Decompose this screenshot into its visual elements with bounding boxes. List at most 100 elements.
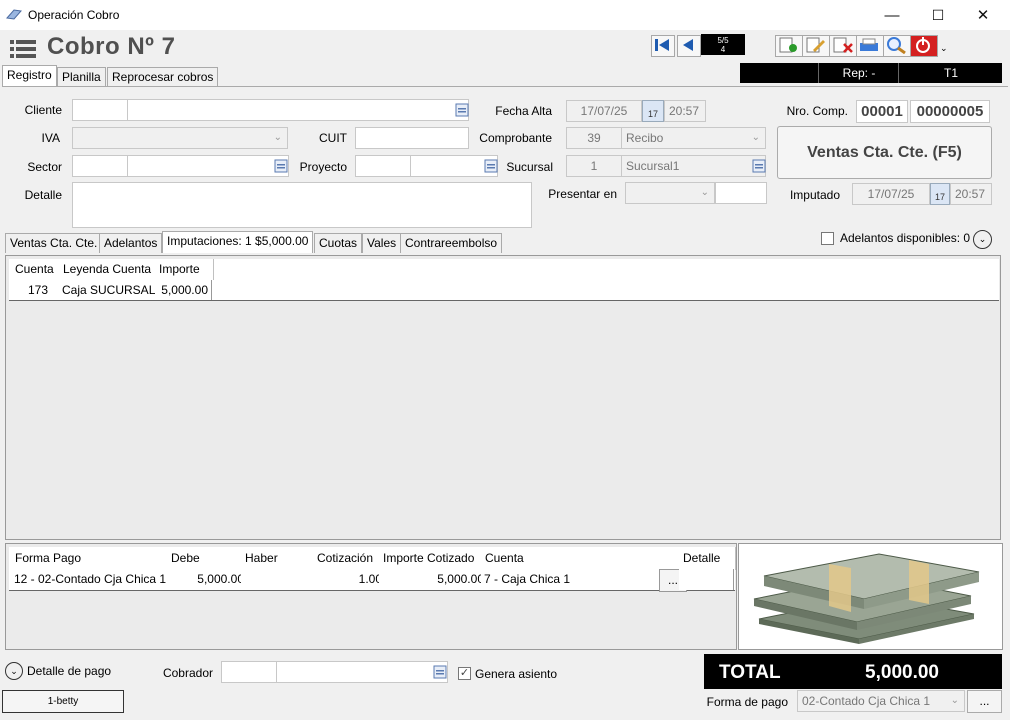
col-header[interactable]: Importe [155, 259, 214, 281]
fecha-alta-input[interactable]: 17/07/25 [566, 100, 642, 122]
cell-cuenta[interactable]: 7 - Caja Chica 1 [481, 569, 666, 590]
app-icon [6, 9, 22, 20]
power-button[interactable] [910, 35, 938, 57]
col-header[interactable]: Debe [167, 547, 250, 570]
tab-registro[interactable]: Registro [2, 65, 57, 87]
prev-record-button[interactable] [677, 35, 701, 57]
tab-reprocesar[interactable]: Reprocesar cobros [107, 67, 219, 86]
minimize-button[interactable]: — [869, 0, 915, 30]
subtab-ventas[interactable]: Ventas Cta. Cte. [5, 233, 103, 253]
sector-name-input[interactable] [127, 155, 289, 177]
calendar-day: 17 [647, 109, 658, 119]
subtab-adelantos[interactable]: Adelantos [99, 233, 163, 253]
expand-chevron-icon[interactable]: ⌄ [973, 230, 992, 249]
ventas-cta-cte-button[interactable]: Ventas Cta. Cte. (F5) [777, 126, 992, 179]
col-header[interactable]: Haber [241, 547, 322, 570]
sucursal-label: Sucursal [506, 160, 553, 174]
presentar-input[interactable] [715, 182, 767, 204]
maximize-button[interactable]: ☐ [915, 0, 961, 30]
cobrador-name-input[interactable] [276, 661, 448, 683]
total-box: TOTAL 5,000.00 [704, 654, 1002, 689]
col-header[interactable]: Cuenta [481, 547, 668, 570]
edit-icon [806, 37, 825, 53]
subtab-cuotas[interactable]: Cuotas [314, 233, 363, 253]
sector-code-input[interactable] [72, 155, 128, 177]
detalle-pago-label[interactable]: Detalle de pago [27, 664, 111, 678]
print-button[interactable] [856, 35, 884, 57]
title-bar [0, 0, 1010, 30]
imputado-calendar-icon[interactable]: 17 [930, 183, 950, 205]
fecha-alta-calendar-icon[interactable]: 17 [642, 100, 664, 122]
overflow-icon[interactable]: ⌄ [940, 43, 948, 54]
printer-icon [860, 38, 878, 51]
detalle-pago-chevron-icon[interactable]: ⌄ [5, 662, 23, 680]
cobrador-code-input[interactable] [221, 661, 277, 683]
sucursal-name-input[interactable]: Sucursal1 [621, 155, 766, 177]
comprobante-label: Comprobante [479, 131, 552, 145]
imputado-hora-input[interactable]: 20:57 [950, 183, 992, 205]
first-record-button[interactable] [651, 35, 675, 57]
forma-pago-ellipsis-button[interactable]: ... [967, 690, 1002, 713]
page-title: Cobro Nº 7 [47, 33, 176, 60]
sucursal-lookup-icon[interactable] [752, 156, 766, 176]
user-badge: 1-betty [2, 690, 124, 713]
col-header[interactable]: Cuenta [11, 259, 66, 281]
col-header[interactable]: Detalle [679, 547, 736, 570]
new-button[interactable] [775, 35, 803, 57]
forma-pago-value: 02-Contado Cja Chica 1 [802, 694, 931, 708]
presentar-select[interactable]: ⌄ [625, 182, 715, 204]
calendar-day: 17 [934, 192, 945, 202]
cell-importe-cotizado[interactable]: 5,000.00 [379, 569, 488, 590]
fecha-alta-hora-input[interactable]: 20:57 [664, 100, 706, 122]
cell-debe[interactable]: 5,000.00 [167, 569, 248, 590]
col-header[interactable]: Cotización [313, 547, 388, 570]
cliente-lookup-icon[interactable] [455, 100, 469, 120]
pager-total: 4 [720, 45, 726, 54]
imputado-fecha-input[interactable]: 17/07/25 [852, 183, 930, 205]
menu-list-icon[interactable] [10, 39, 36, 59]
imputado-label: Imputado [789, 188, 840, 202]
cell-forma-pago[interactable]: 12 - 02-Contado Cja Chica 1 [11, 569, 174, 590]
col-header[interactable]: Leyenda Cuenta [59, 259, 164, 281]
cell-importe[interactable]: 5,000.00 [155, 280, 212, 300]
cuit-input[interactable] [355, 127, 469, 149]
prev-icon [683, 39, 693, 51]
tab-planilla[interactable]: Planilla [57, 67, 106, 86]
col-header[interactable]: Importe Cotizado [379, 547, 490, 570]
power-icon [916, 37, 930, 53]
adelantos-checkbox[interactable] [821, 232, 834, 245]
total-value: 5,000.00 [865, 662, 939, 683]
detalle-textarea[interactable] [72, 182, 532, 228]
subtab-imputaciones[interactable]: Imputaciones: 1 $5,000.00 [162, 231, 314, 253]
chevron-down-icon: ⌄ [273, 132, 282, 143]
delete-button[interactable] [829, 35, 857, 57]
terminal-label: T1 [898, 63, 1003, 83]
subtab-contrareembolso[interactable]: Contrareembolso [400, 233, 503, 253]
forma-pago-select[interactable]: 02-Contado Cja Chica 1 ⌄ [797, 690, 965, 712]
cell-leyenda[interactable]: Caja SUCURSAL [59, 280, 162, 300]
edit-button[interactable] [802, 35, 830, 57]
proyecto-code-input[interactable] [355, 155, 411, 177]
nro-comp-punto[interactable]: 00001 [856, 100, 908, 123]
subtab-vales[interactable]: Vales [362, 233, 402, 253]
cobrador-lookup-icon[interactable] [433, 662, 447, 682]
sucursal-code-input[interactable]: 1 [566, 155, 622, 177]
comprobante-select[interactable]: Recibo ⌄ [621, 127, 766, 149]
comprobante-code-input[interactable]: 39 [566, 127, 622, 149]
close-button[interactable]: ✕ [960, 0, 1006, 30]
search-button[interactable] [883, 35, 911, 57]
col-header[interactable]: Forma Pago [11, 547, 176, 570]
cell-haber[interactable] [241, 569, 320, 590]
cell-cotizacion[interactable]: 1.00 [313, 569, 386, 590]
cliente-code-input[interactable] [72, 99, 128, 121]
cliente-name-input[interactable] [127, 99, 469, 121]
iva-select[interactable]: ⌄ [72, 127, 288, 149]
iva-label: IVA [41, 131, 60, 145]
genera-asiento-checkbox[interactable]: ✓ [458, 667, 471, 680]
proyecto-label: Proyecto [299, 160, 347, 174]
cell-cuenta[interactable]: 173 [11, 280, 66, 300]
nro-comp-numero[interactable]: 00000005 [910, 100, 990, 123]
fecha-alta-label: Fecha Alta [495, 104, 552, 118]
sector-lookup-icon[interactable] [274, 156, 288, 176]
cell-detalle[interactable] [679, 569, 734, 590]
